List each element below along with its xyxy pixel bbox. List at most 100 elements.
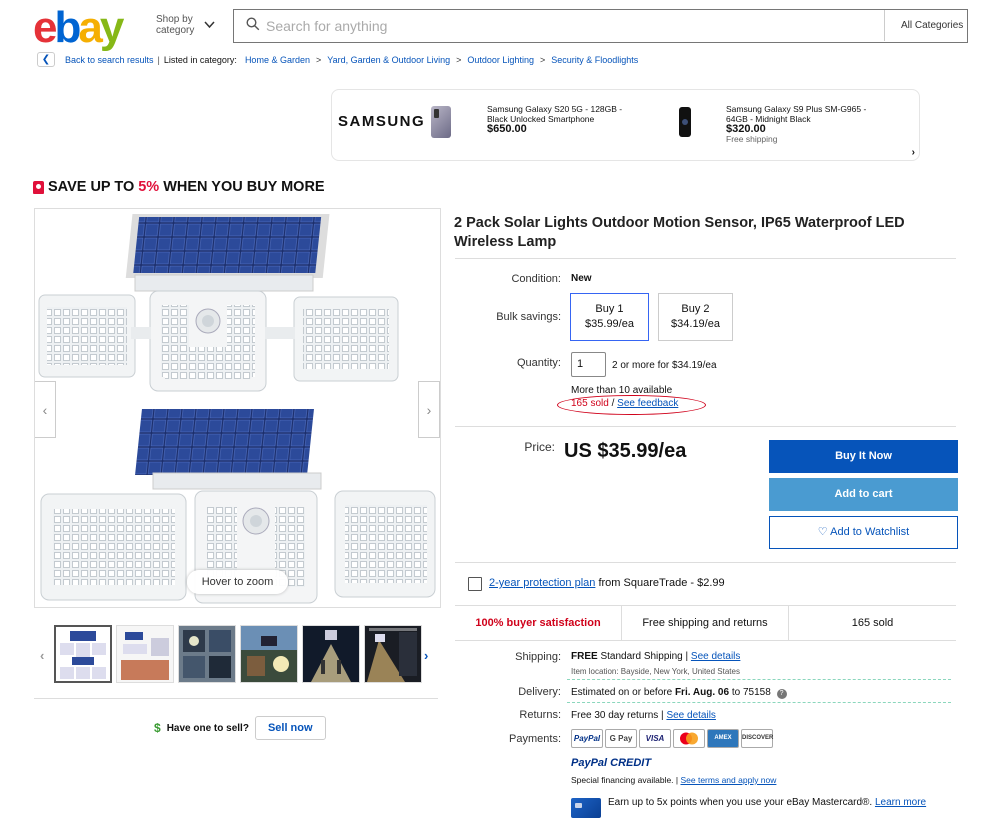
trust-badges: 100% buyer satisfaction Free shipping an… [455, 605, 956, 641]
buy-it-now-button[interactable]: Buy It Now [769, 440, 958, 473]
sold-count-badge: 165 sold [851, 617, 894, 629]
dashed-divider [567, 679, 951, 680]
sell-now-button[interactable]: Sell now [254, 716, 326, 740]
chevron-down-icon[interactable] [204, 18, 215, 32]
heart-icon: ♡ [817, 526, 828, 538]
mastercard-text: Earn up to 5x points when you use your e… [608, 797, 873, 808]
solar-light-image [38, 214, 436, 604]
ad-item-1-price: $650.00 [487, 123, 527, 135]
promo-text-post: WHEN YOU BUY MORE [163, 179, 325, 195]
divider [34, 698, 438, 699]
search-bar: All Categories [233, 9, 968, 43]
delivery-value: Estimated on or before Fri. Aug. 06 to 7… [571, 687, 787, 699]
shipping-standard: Standard Shipping | [600, 651, 689, 662]
delivery-pre: Estimated on or before [571, 687, 675, 698]
thumbnail-5[interactable] [302, 625, 360, 683]
thumbnail-3[interactable] [178, 625, 236, 683]
financing-text: Special financing available. | [571, 775, 679, 785]
breadcrumb: ❮ Back to search results | Listed in cat… [37, 52, 638, 67]
thumbnail-4[interactable] [240, 625, 298, 683]
terms-link[interactable]: See terms and apply now [680, 775, 776, 785]
quantity-discount-note: 2 or more for $34.19/ea [612, 360, 717, 371]
condition-value: New [571, 273, 592, 284]
samsung-brand: SAMSUNG [338, 113, 426, 130]
protection-plan-checkbox[interactable] [468, 577, 482, 591]
amex-icon: AMEX [707, 729, 739, 748]
protection-plan-link[interactable]: 2-year protection plan [489, 577, 595, 589]
product-title: 2 Pack Solar Lights Outdoor Motion Senso… [454, 215, 905, 250]
hover-to-zoom-hint: Hover to zoom [187, 570, 288, 594]
ad-item-1[interactable]: Samsung Galaxy S20 5G - 128GB - Black Un… [487, 104, 622, 135]
shop-by-line1: Shop by [156, 14, 193, 25]
protection-plan: 2-year protection plan from SquareTrade … [489, 577, 725, 589]
thumbnail-1[interactable] [54, 625, 112, 683]
breadcrumb-security-floodlights[interactable]: Security & Floodlights [551, 55, 638, 65]
bulk-option-price: $34.19/ea [671, 318, 720, 330]
divider [455, 426, 956, 427]
bulk-option-qty: Buy 2 [681, 303, 710, 315]
sponsored-ad-banner[interactable]: SAMSUNG Samsung Galaxy S20 5G - 128GB - … [331, 89, 920, 161]
paypal-icon: PayPal [571, 729, 603, 748]
thumbnail-prev-icon[interactable]: ‹ [40, 648, 44, 663]
mastercard-promo: Earn up to 5x points when you use your e… [608, 796, 948, 809]
breadcrumb-chevron: > [456, 54, 462, 65]
logo-letter-a: a [78, 3, 103, 52]
paypal-credit-logo: PayPal CREDIT [571, 757, 652, 769]
back-to-results-link[interactable]: Back to search results [65, 55, 154, 65]
search-input[interactable] [266, 10, 866, 41]
shipping-value: FREE Standard Shipping | See details [571, 651, 740, 662]
learn-more-link[interactable]: Learn more [875, 797, 926, 808]
add-to-watchlist-button[interactable]: ♡ Add to Watchlist [769, 516, 958, 549]
thumbnail-next-icon[interactable]: › [424, 648, 428, 663]
delivery-date: Fri. Aug. 06 [674, 687, 730, 698]
phone-image [431, 106, 451, 138]
discover-icon: DISCOVER [741, 729, 773, 748]
returns-text: Free 30 day returns | [571, 710, 664, 721]
bulk-option-price: $35.99/ea [585, 318, 634, 330]
gallery-next-button[interactable]: › [418, 381, 440, 438]
shipping-free: FREE [571, 651, 598, 662]
back-arrow-icon[interactable]: ❮ [37, 52, 55, 67]
main-product-image[interactable]: ‹ › Hover to zoom [34, 208, 441, 608]
promo-text-pre: SAVE UP TO [48, 179, 135, 195]
shop-by-category[interactable]: Shop by category [156, 14, 194, 36]
google-pay-icon: G Pay [605, 729, 637, 748]
add-to-cart-button[interactable]: Add to cart [769, 478, 958, 511]
info-icon[interactable]: ? [776, 689, 787, 699]
divider [455, 562, 956, 563]
ad-item-2-price: $320.00 [726, 123, 766, 135]
breadcrumb-outdoor-lighting[interactable]: Outdoor Lighting [467, 55, 534, 65]
gallery-prev-button[interactable]: ‹ [35, 381, 56, 438]
bulk-option-buy-2[interactable]: Buy 2 $34.19/ea [658, 293, 733, 341]
returns-details-link[interactable]: See details [666, 710, 715, 721]
thumbnail-6[interactable] [364, 625, 422, 683]
divider [455, 258, 956, 259]
delivery-label: Delivery: [518, 686, 561, 698]
logo-letter-b: b [54, 3, 81, 52]
breadcrumb-home-garden[interactable]: Home & Garden [245, 55, 310, 65]
logo-letter-e: e [33, 3, 58, 52]
breadcrumb-yard-garden[interactable]: Yard, Garden & Outdoor Living [327, 55, 450, 65]
protection-plan-text: from SquareTrade - $2.99 [595, 577, 725, 589]
item-location: Item location: Bayside, New York, United… [571, 667, 740, 676]
visa-icon: VISA [639, 729, 671, 748]
category-select[interactable]: All Categories [884, 10, 963, 41]
quantity-input[interactable]: 1 [571, 352, 606, 377]
shop-by-line2: category [156, 25, 195, 36]
thumbnail-2[interactable] [116, 625, 174, 683]
have-one-to-sell-text: Have one to sell? [166, 722, 249, 734]
bulk-option-buy-1[interactable]: Buy 1 $35.99/ea [570, 293, 649, 341]
ebay-logo[interactable]: ebay [33, 3, 124, 52]
ad-next-chevron-icon[interactable]: › [912, 147, 915, 158]
bulk-option-qty: Buy 1 [595, 303, 624, 315]
delivery-zip: to 75158 [729, 687, 771, 698]
returns-label: Returns: [519, 709, 561, 721]
listed-in-label: Listed in category: [163, 54, 237, 65]
ad-item-2[interactable]: Samsung Galaxy S9 Plus SM-G965 - 64GB - … [726, 104, 866, 144]
shipping-details-link[interactable]: See details [691, 651, 740, 662]
quantity-label: Quantity: [516, 357, 561, 369]
returns-value: Free 30 day returns | See details [571, 710, 716, 721]
ad-item-2-shipping: Free shipping [726, 134, 778, 144]
annotation-circle [557, 395, 706, 415]
thumbnail-strip: ‹ › [40, 624, 435, 686]
